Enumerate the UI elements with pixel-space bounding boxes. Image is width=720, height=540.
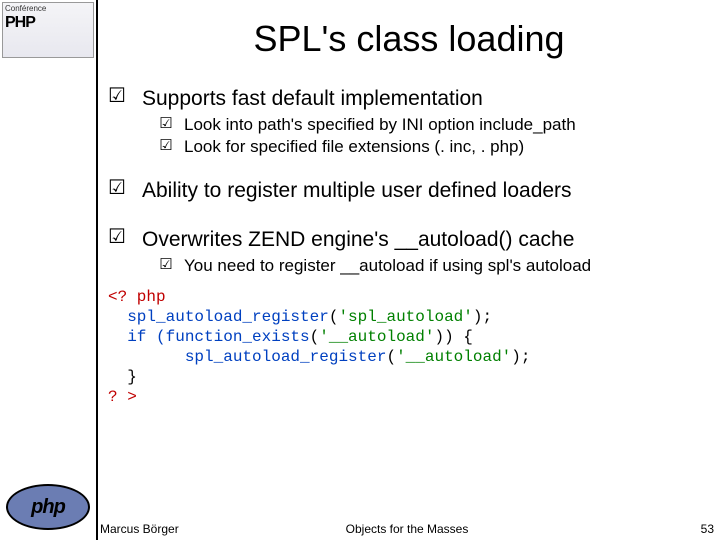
bullet-text: Ability to register multiple user define…: [142, 178, 572, 204]
footer-author: Marcus Börger: [100, 522, 179, 536]
checkbox-icon: ☑: [158, 114, 174, 132]
code-punct: )) {: [434, 328, 472, 346]
php-logo-text: php: [31, 496, 65, 519]
code-punct: );: [511, 348, 530, 366]
bullet-item: ☑ Ability to register multiple user defi…: [98, 172, 720, 206]
php-logo: php: [6, 484, 90, 530]
sidebar: Conférence PHP php: [0, 0, 98, 540]
slide-title: SPL's class loading: [98, 0, 720, 80]
code-string: '__autoload': [319, 328, 434, 346]
checkbox-icon: ☑: [158, 255, 174, 273]
sub-bullet-text: Look into path's specified by INI option…: [184, 114, 576, 136]
code-punct: (: [310, 328, 320, 346]
code-string: 'spl_autoload': [338, 308, 472, 326]
logo-line1: Conférence: [5, 5, 91, 14]
code-block: <? php spl_autoload_register('spl_autolo…: [98, 277, 720, 407]
code-tag: <? php: [108, 288, 166, 306]
bullet-item: ☑ Supports fast default implementation: [98, 80, 720, 114]
code-punct: (: [386, 348, 396, 366]
conference-logo: Conférence PHP: [2, 2, 94, 58]
slide-content: SPL's class loading ☑ Supports fast defa…: [98, 0, 720, 540]
slide-footer: Marcus Börger Objects for the Masses 53: [100, 522, 714, 536]
code-kw: if (: [127, 328, 165, 346]
code-brace: }: [127, 368, 137, 386]
code-fn: spl_autoload_register: [127, 308, 329, 326]
sub-bullet-item: ☑ Look into path's specified by INI opti…: [98, 114, 720, 136]
logo-line2: PHP: [5, 14, 91, 32]
checkbox-icon: ☑: [106, 178, 128, 198]
sub-bullet-item: ☑ You need to register __autoload if usi…: [98, 255, 720, 277]
sub-bullet-item: ☑ Look for specified file extensions (. …: [98, 136, 720, 158]
footer-page: 53: [701, 522, 714, 536]
bullet-text: Supports fast default implementation: [142, 86, 483, 112]
sub-bullet-text: You need to register __autoload if using…: [184, 255, 591, 277]
code-tag: ? >: [108, 388, 137, 406]
bullet-text: Overwrites ZEND engine's __autoload() ca…: [142, 227, 574, 253]
code-punct: (: [329, 308, 339, 326]
checkbox-icon: ☑: [106, 227, 128, 247]
code-punct: );: [473, 308, 492, 326]
code-fn: spl_autoload_register: [185, 348, 387, 366]
bullet-item: ☑ Overwrites ZEND engine's __autoload() …: [98, 221, 720, 255]
sub-bullet-text: Look for specified file extensions (. in…: [184, 136, 524, 158]
footer-deck: Objects for the Masses: [100, 522, 714, 536]
checkbox-icon: ☑: [106, 86, 128, 106]
code-fn: function_exists: [166, 328, 310, 346]
code-string: '__autoload': [396, 348, 511, 366]
checkbox-icon: ☑: [158, 136, 174, 154]
